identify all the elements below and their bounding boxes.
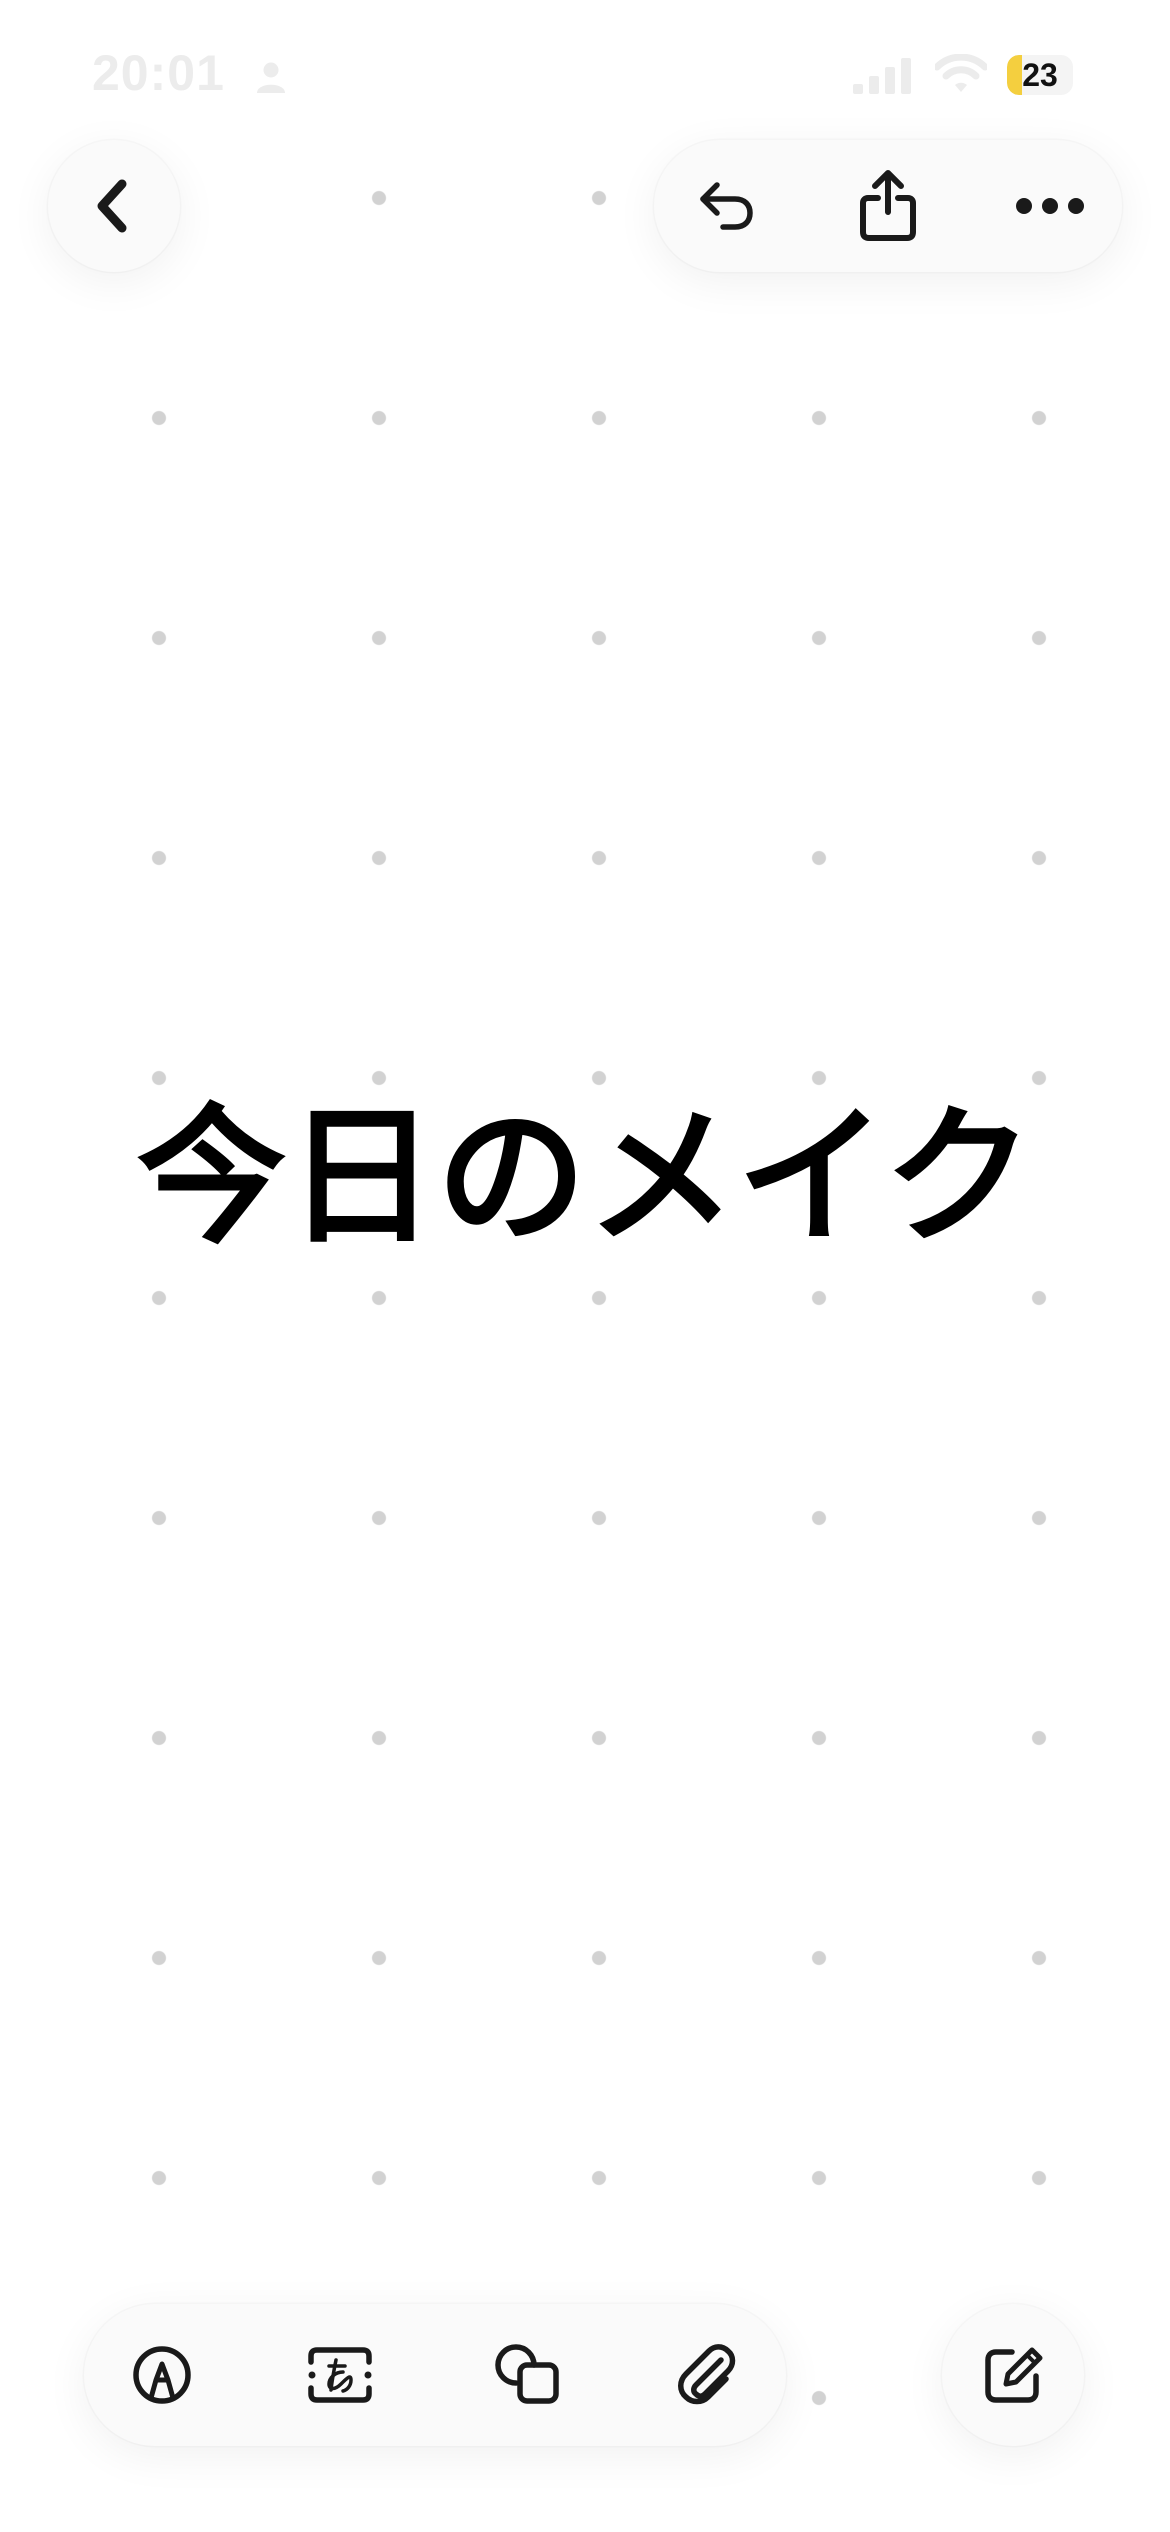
undo-button[interactable]	[680, 160, 772, 252]
person-icon	[257, 62, 285, 93]
paperclip-icon	[678, 2344, 736, 2405]
back-icon-wrap	[48, 140, 180, 272]
battery-icon: 23	[1007, 55, 1073, 95]
undo-icon	[700, 182, 753, 230]
top-action-bar	[654, 140, 1122, 272]
more-button[interactable]	[1004, 160, 1096, 252]
compose-icon	[985, 2347, 1043, 2403]
wifi-icon	[935, 54, 987, 92]
pen-tool-button[interactable]	[116, 2329, 208, 2421]
attach-button[interactable]	[660, 2329, 752, 2421]
bottom-toolbar	[84, 2304, 786, 2446]
back-button[interactable]	[48, 140, 180, 272]
compose-button[interactable]	[942, 2304, 1084, 2446]
status-bar: 20:01 23	[0, 0, 1170, 150]
share-icon	[860, 170, 916, 241]
pen-marker-icon	[133, 2346, 191, 2404]
compose-icon-wrap	[942, 2304, 1084, 2446]
status-time: 20:01	[92, 45, 225, 101]
note-title[interactable]: 今日のメイク	[0, 1098, 1170, 1258]
text-box-icon	[308, 2347, 372, 2403]
share-button[interactable]	[842, 156, 934, 256]
cellular-signal-icon	[853, 58, 911, 94]
text-box-button[interactable]	[294, 2329, 386, 2421]
shapes-icon	[495, 2344, 559, 2404]
battery-level: 23	[1022, 57, 1058, 93]
shapes-button[interactable]	[482, 2329, 574, 2421]
chevron-left-icon	[97, 179, 127, 233]
more-icon	[1016, 198, 1084, 214]
